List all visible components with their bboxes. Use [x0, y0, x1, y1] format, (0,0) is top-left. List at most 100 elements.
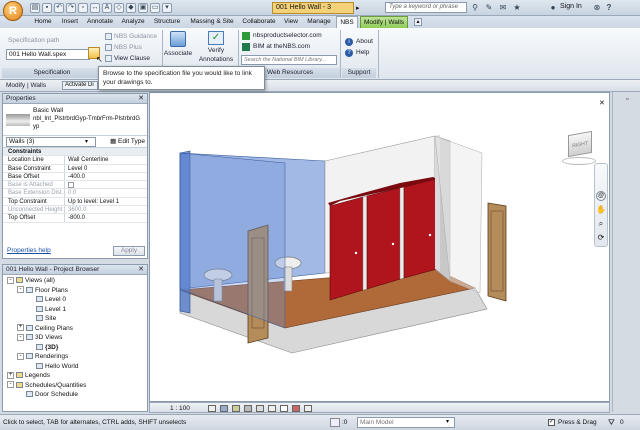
- property-value[interactable]: 0.0: [65, 189, 147, 196]
- search-input[interactable]: Type a keyword or phrase: [385, 2, 467, 13]
- expand-icon[interactable]: +: [7, 371, 14, 379]
- tab-massing-site[interactable]: Massing & Site: [186, 16, 238, 28]
- property-value[interactable]: -800.0: [65, 214, 147, 221]
- browser-tree-item[interactable]: - 3D Views: [3, 333, 147, 343]
- collapse-icon[interactable]: -: [17, 352, 24, 360]
- expand-icon[interactable]: +: [17, 324, 24, 332]
- about-button[interactable]: About: [356, 38, 373, 45]
- verify-label[interactable]: Verify: [198, 47, 234, 54]
- tab-nbs[interactable]: NBS: [336, 16, 358, 28]
- tab-analyze[interactable]: Analyze: [118, 16, 148, 28]
- browser-tree-item[interactable]: Level 0: [3, 295, 147, 305]
- browser-tree-item[interactable]: Level 1: [3, 305, 147, 315]
- nbs-guidance-button[interactable]: NBS Guidance: [105, 33, 157, 40]
- reveal-hidden-icon[interactable]: [304, 405, 312, 412]
- restore-icon[interactable]: ▫: [626, 96, 628, 103]
- property-value[interactable]: Up to level: Level 1: [65, 198, 147, 205]
- collapse-icon[interactable]: -: [7, 381, 14, 389]
- property-value[interactable]: Wall Centerline: [65, 156, 147, 163]
- browser-tree-item[interactable]: Hello World: [3, 362, 147, 372]
- tab-modify-walls[interactable]: Modify | Walls: [360, 16, 408, 28]
- property-row[interactable]: Top Offset -800.0: [3, 214, 147, 223]
- product-selector-link[interactable]: nbsproductselector.com: [253, 32, 322, 39]
- search-binoculars-icon[interactable]: ⚲: [470, 3, 480, 13]
- favorites-icon[interactable]: ★: [512, 3, 522, 13]
- redo-icon[interactable]: ↷: [66, 3, 76, 13]
- browser-tree-item[interactable]: {3D}: [3, 343, 147, 353]
- spec-path-input[interactable]: 001 Hello Wall.spex: [6, 49, 90, 60]
- close-hidden-icon[interactable]: ▣: [138, 3, 148, 13]
- browser-tree-item[interactable]: - Views (all): [3, 276, 147, 286]
- measure-icon[interactable]: ↔: [90, 3, 100, 13]
- property-row[interactable]: Base Offset -400.0: [3, 172, 147, 182]
- properties-help-link[interactable]: Properties help: [7, 247, 51, 254]
- text-icon[interactable]: A: [102, 3, 112, 13]
- instance-filter-select[interactable]: Walls (3): [6, 137, 96, 147]
- render-icon[interactable]: [256, 405, 264, 412]
- annotations-label[interactable]: Annotations: [196, 56, 236, 63]
- tab-insert[interactable]: Insert: [58, 16, 82, 28]
- tab-manage[interactable]: Manage: [304, 16, 334, 28]
- ribbon-minimize-icon[interactable]: ▴: [414, 18, 422, 26]
- viewcube[interactable]: RIGHT: [568, 130, 592, 158]
- property-row[interactable]: Location Line Wall Centerline: [3, 156, 147, 165]
- help-button[interactable]: Help: [356, 49, 369, 56]
- property-row[interactable]: Unconnected Height 3600.0: [3, 206, 147, 215]
- base-attached-checkbox[interactable]: [68, 181, 74, 188]
- property-group-header[interactable]: Constraints: [3, 148, 147, 157]
- crop-icon[interactable]: [268, 405, 276, 412]
- collapse-icon[interactable]: -: [7, 276, 14, 284]
- shadows-icon[interactable]: [244, 405, 252, 412]
- help-icon[interactable]: ?: [604, 3, 614, 13]
- edit-type-button[interactable]: ▦ Edit Type: [101, 137, 147, 147]
- tab-structure[interactable]: Structure: [150, 16, 184, 28]
- press-drag-checkbox[interactable]: ✓: [548, 419, 555, 426]
- filter-icon[interactable]: ⛛: [608, 418, 617, 427]
- open-icon[interactable]: ▤: [30, 3, 40, 13]
- application-menu-button[interactable]: R: [3, 1, 23, 21]
- bim-library-search-input[interactable]: Search the National BIM Library...: [241, 55, 337, 65]
- close-icon[interactable]: ✕: [138, 265, 144, 275]
- collapse-icon[interactable]: -: [17, 333, 24, 341]
- pan-icon[interactable]: ✋: [596, 205, 606, 215]
- nbs-plus-button[interactable]: NBS Plus: [105, 44, 142, 51]
- sign-in-link[interactable]: Sign In: [560, 3, 582, 10]
- switch-windows-icon[interactable]: ▭: [150, 3, 160, 13]
- browser-tree-item[interactable]: - Schedules/Quantities: [3, 381, 147, 391]
- associate-button[interactable]: Associate: [163, 50, 193, 57]
- steering-wheel-icon[interactable]: @: [596, 191, 606, 201]
- browser-tree-item[interactable]: Site: [3, 314, 147, 324]
- zoom-icon[interactable]: ⌕: [596, 219, 606, 229]
- view-scale[interactable]: 1 : 100: [170, 404, 190, 413]
- undo-icon[interactable]: ↶: [54, 3, 64, 13]
- worksets-icon[interactable]: [330, 418, 340, 427]
- communication-icon[interactable]: ✉: [498, 3, 508, 13]
- subscription-icon[interactable]: ✎: [484, 3, 494, 13]
- property-row[interactable]: Base is Attached: [3, 181, 147, 190]
- temp-hide-icon[interactable]: [292, 405, 300, 412]
- show-crop-icon[interactable]: [280, 405, 288, 412]
- property-value[interactable]: Level 0: [65, 165, 147, 172]
- user-icon[interactable]: ●: [548, 3, 558, 13]
- tab-annotate[interactable]: Annotate: [84, 16, 116, 28]
- viewport-close-icon[interactable]: ✕: [599, 99, 605, 107]
- close-icon[interactable]: ✕: [138, 94, 144, 104]
- tab-view[interactable]: View: [280, 16, 302, 28]
- property-row[interactable]: Top Constraint Up to level: Level 1: [3, 197, 147, 207]
- exchange-icon[interactable]: ⊗: [592, 3, 602, 13]
- type-selector[interactable]: Basic Wall nbl_Int_PlstrbrdGyp-TmbrFrm-P…: [3, 104, 147, 136]
- view-clause-button[interactable]: View Clause: [105, 55, 150, 62]
- tab-collaborate[interactable]: Collaborate: [240, 16, 278, 28]
- visual-style-icon[interactable]: [220, 405, 228, 412]
- property-value[interactable]: 3600.0: [65, 206, 147, 213]
- detail-level-icon[interactable]: [208, 405, 216, 412]
- property-value[interactable]: -400.0: [65, 173, 147, 180]
- browser-tree-item[interactable]: Door Schedule: [3, 390, 147, 400]
- property-value[interactable]: [65, 181, 147, 188]
- qat-dropdown-icon[interactable]: ▾: [162, 3, 172, 13]
- tab-home[interactable]: Home: [30, 16, 56, 28]
- browser-tree-item[interactable]: - Floor Plans: [3, 286, 147, 296]
- browser-tree-item[interactable]: - Renderings: [3, 352, 147, 362]
- 3d-viewport[interactable]: RIGHT @ ✋ ⌕ ⟳ ✕: [149, 92, 610, 402]
- design-option-select[interactable]: Main Model: [357, 417, 455, 428]
